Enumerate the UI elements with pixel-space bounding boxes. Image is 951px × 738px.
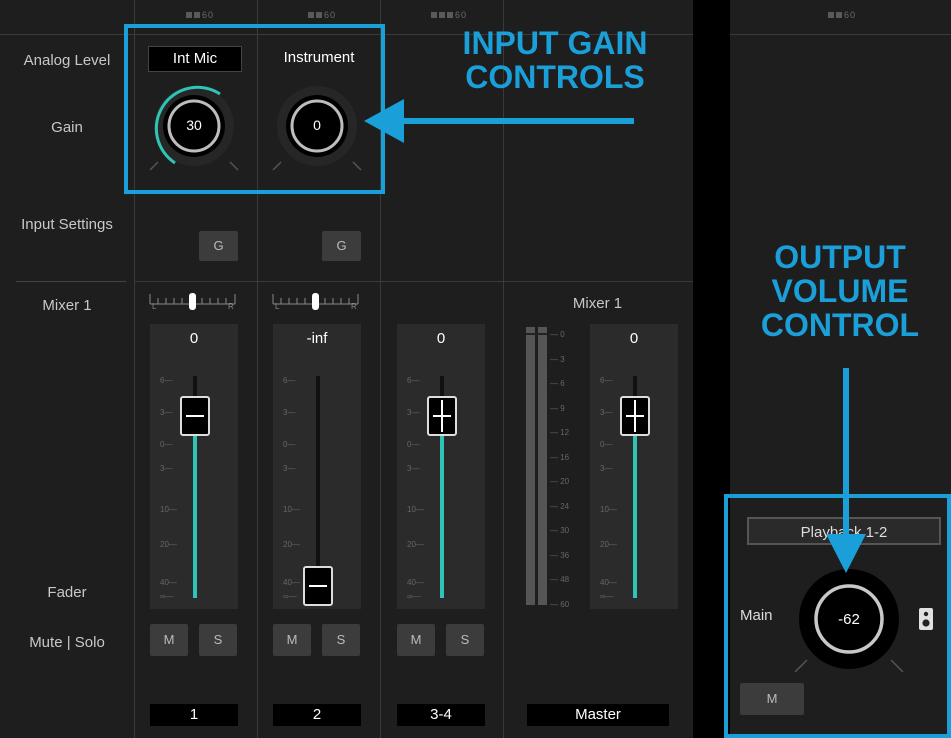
fader-value-ch1: 0 xyxy=(189,330,199,347)
fader-cap[interactable] xyxy=(620,395,650,436)
input-settings-button-ch1[interactable]: G xyxy=(199,231,238,261)
fader-scale-label: 3— xyxy=(600,408,613,417)
fader-level-fill xyxy=(440,415,444,598)
master-level-meter xyxy=(526,327,548,605)
meter-scale-label: — 16 xyxy=(550,452,570,462)
fader-scale-label: 20— xyxy=(407,540,424,549)
fader-scale-label: ∞— xyxy=(283,592,297,601)
master-meter-scale: — 0 — 3 — 6 — 9 — 12 — 16 — 20 — 24 — 30 — 36 — 48… xyxy=(550,330,580,609)
fader-scale-label: 6— xyxy=(407,376,420,385)
row-label-mixer: Mixer 1 xyxy=(42,297,92,314)
solo-button-ch34[interactable]: S xyxy=(446,624,484,656)
fader-scale-label: 6— xyxy=(600,376,613,385)
channel-name-ch2: 2 xyxy=(273,704,361,726)
fader-cap[interactable] xyxy=(180,395,210,436)
solo-button-ch1[interactable]: S xyxy=(199,624,237,656)
fader-value-master: 0 xyxy=(629,330,639,347)
pan-left-label: L xyxy=(152,302,157,311)
channel-name-ch1: 1 xyxy=(150,704,238,726)
fader-scale-label: ∞— xyxy=(600,592,614,601)
fader-scale-label: 3— xyxy=(407,464,420,473)
meter-scale-label: — 24 xyxy=(550,501,570,511)
fader-scale-label: 3— xyxy=(283,464,296,473)
meter-scale-label: — 30 xyxy=(550,526,570,535)
pan-slider-ch1[interactable]: L R xyxy=(149,292,236,311)
output-volume-arrow xyxy=(826,368,866,573)
meter-scale-label: — 36 xyxy=(550,550,570,560)
fader-track-ch34[interactable] xyxy=(427,376,457,598)
row-label-gain: Gain xyxy=(51,119,83,136)
fader-scale-label: 3— xyxy=(407,408,420,417)
fader-scale-label: 40— xyxy=(600,578,617,587)
fader-scale-label: ∞— xyxy=(407,592,421,601)
fader-scale-label: 0— xyxy=(283,440,296,449)
pan-right-label: R xyxy=(228,302,234,311)
fader-value-ch34: 0 xyxy=(436,330,446,347)
fader-scale-label: 6— xyxy=(160,376,173,385)
master-mixer-label: Mixer 1 xyxy=(572,295,623,312)
fader-scale-label: 6— xyxy=(283,376,296,385)
fader-track-ch1[interactable] xyxy=(180,376,210,598)
mute-button-ch1[interactable]: M xyxy=(150,624,188,656)
fader-scale-label: 20— xyxy=(160,540,177,549)
meter-chip: 60 xyxy=(308,10,336,20)
fader-scale-label: 10— xyxy=(407,505,424,514)
solo-button-ch2[interactable]: S xyxy=(322,624,360,656)
pan-slider-ch2[interactable]: L R xyxy=(272,292,359,311)
input-gain-arrow xyxy=(364,99,634,143)
input-gain-callout: INPUT GAIN CONTROLS xyxy=(462,25,648,96)
fader-scale-label: 10— xyxy=(160,505,177,514)
row-label-analog-level: Analog Level xyxy=(23,52,111,69)
fader-scale-label: 40— xyxy=(407,578,424,587)
fader-level-fill xyxy=(633,415,637,598)
mute-button-ch2[interactable]: M xyxy=(273,624,311,656)
meter-scale-label: — 0 xyxy=(550,330,565,339)
meter-scale-label: — 12 xyxy=(550,428,570,437)
fader-level-fill xyxy=(193,415,197,598)
meter-scale-label: — 60 xyxy=(550,599,570,609)
fader-scale-label: 3— xyxy=(160,408,173,417)
input-gain-highlight xyxy=(124,24,385,194)
fader-scale-label: 10— xyxy=(283,505,300,514)
fader-scale-label: 3— xyxy=(600,464,613,473)
fader-scale-label: 0— xyxy=(407,440,420,449)
fader-scale-label: 0— xyxy=(160,440,173,449)
meter-scale-label: — 3 xyxy=(550,354,565,364)
fader-scale-label: 20— xyxy=(283,540,300,549)
meter-chip: 60 xyxy=(828,10,856,20)
fader-cap[interactable] xyxy=(427,395,457,436)
fader-scale-label: 3— xyxy=(160,464,173,473)
fader-track-ch2[interactable] xyxy=(303,376,333,606)
fader-scale-label: ∞— xyxy=(160,592,174,601)
channel-name-master: Master xyxy=(527,704,669,726)
meter-scale-label: — 6 xyxy=(550,379,565,388)
row-label-input-settings: Input Settings xyxy=(21,216,113,233)
input-settings-button-ch2[interactable]: G xyxy=(322,231,361,261)
fader-scale-label: 40— xyxy=(283,578,300,587)
meter-scale-label: — 48 xyxy=(550,575,570,584)
pan-right-label: R xyxy=(351,302,357,311)
fader-value-ch2: -inf xyxy=(306,330,328,347)
mute-button-ch34[interactable]: M xyxy=(397,624,435,656)
fader-groove xyxy=(316,376,320,598)
fader-scale-label: 0— xyxy=(600,440,613,449)
fader-cap[interactable] xyxy=(303,566,333,606)
fader-scale-label: 40— xyxy=(160,578,177,587)
output-volume-callout: OUTPUT VOLUME CONTROL xyxy=(760,239,920,344)
meter-chip: 60 xyxy=(186,10,214,20)
row-label-fader: Fader xyxy=(47,584,87,601)
meter-chip: 60 xyxy=(431,10,467,20)
row-label-mute-solo: Mute | Solo xyxy=(29,634,105,651)
fader-scale-label: 20— xyxy=(600,540,617,549)
meter-scale-label: — 9 xyxy=(550,403,565,413)
channel-name-ch34: 3-4 xyxy=(397,704,485,726)
fader-scale-label: 3— xyxy=(283,408,296,417)
meter-scale-label: — 20 xyxy=(550,477,570,486)
pan-left-label: L xyxy=(275,302,280,311)
fader-track-master[interactable] xyxy=(620,376,650,598)
fader-scale-label: 10— xyxy=(600,505,617,514)
